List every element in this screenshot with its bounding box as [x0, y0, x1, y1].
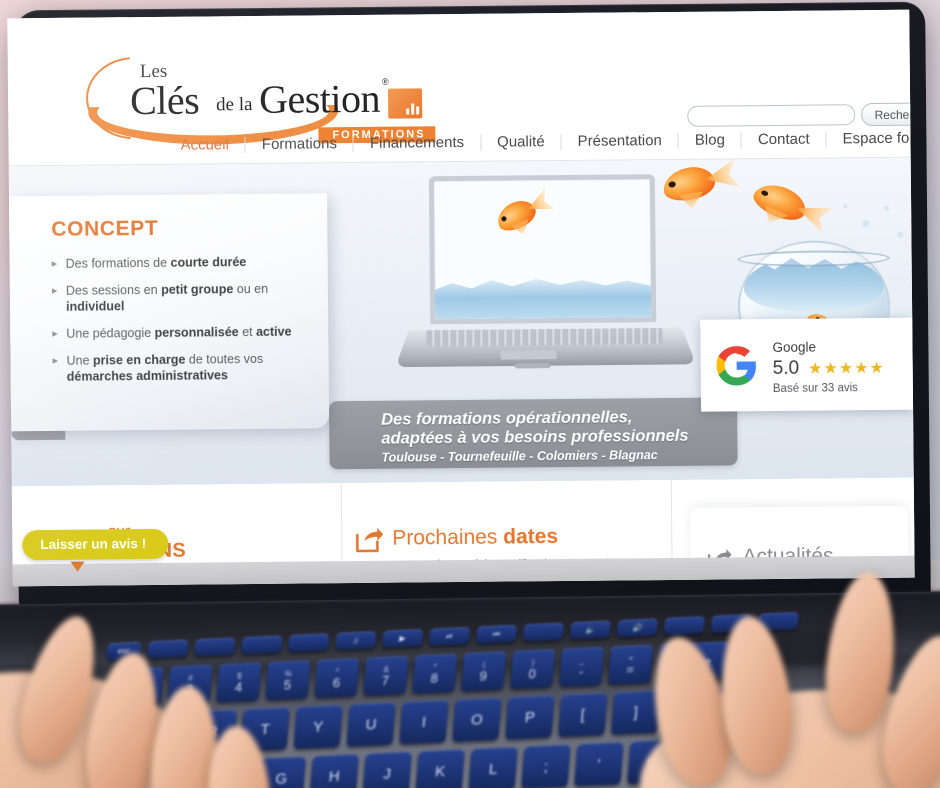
concept-item-4-pre: Une	[66, 353, 94, 368]
splash-drop-3	[843, 204, 848, 209]
hero-laptop-screen-icon	[428, 174, 657, 325]
dates-title-bold: dates	[503, 525, 559, 549]
dates-column: Prochaines dates Se préparer à la certif…	[341, 479, 673, 573]
concept-item-3: Une pédagogie personnalisée et active	[52, 323, 310, 341]
nav-item-financements[interactable]: Financements	[353, 133, 482, 152]
splash-drop-2	[884, 205, 890, 211]
logo-text-dela: de la	[216, 93, 253, 116]
concept-title: CONCEPT	[51, 216, 159, 241]
site-header: Les Clés de la Gestion ® FORMATIONS Rech…	[7, 9, 915, 167]
website-page: Les Clés de la Gestion ® FORMATIONS Rech…	[7, 9, 915, 587]
share-arrow-icon	[354, 527, 384, 553]
hero-goldfish-3-icon	[749, 178, 810, 226]
concept-item-4-strong2: démarches administratives	[66, 368, 229, 384]
nav-item-qualite[interactable]: Qualité	[481, 133, 562, 151]
photo-scene: Les Clés de la Gestion ® FORMATIONS Rech…	[0, 0, 940, 788]
concept-list: Des formations de courte durée Des sessi…	[52, 253, 311, 384]
left-hand	[0, 608, 360, 788]
google-stars: ★★★★★	[808, 359, 885, 378]
concept-item-3-pre: Une pédagogie	[66, 325, 155, 341]
concept-item-2: Des sessions en petit groupe ou en indiv…	[52, 280, 310, 314]
nav-item-espace-formateur[interactable]: Espace fo	[827, 129, 915, 147]
concept-item-2-pre: Des sessions en	[65, 282, 162, 298]
splash-drop-1	[862, 220, 870, 228]
nav-item-blog[interactable]: Blog	[678, 131, 742, 149]
google-review-count: Basé sur 33 avis	[772, 381, 858, 395]
concept-item-2-strong: petit groupe	[161, 282, 234, 297]
google-review-widget[interactable]: Google 5.0 ★★★★★ Basé sur 33 avis	[700, 317, 914, 412]
concept-item-3-strong2: active	[255, 324, 292, 339]
concept-item-3-post: et	[238, 324, 257, 340]
hero-caption: Des formations opérationnelles, adaptées…	[328, 397, 738, 470]
concept-panel: CONCEPT Des formations de courte durée D…	[9, 193, 330, 432]
concept-item-2-strong2: individuel	[65, 299, 125, 314]
google-rating-row: 5.0 ★★★★★	[773, 356, 885, 379]
concept-item-3-strong: personnalisée	[154, 325, 239, 340]
concept-item-4: Une prise en charge de toutes vos démarc…	[53, 350, 311, 384]
concept-item-1-strong: courte durée	[170, 255, 247, 270]
avis-badge-pointer	[70, 561, 85, 572]
google-g-icon	[714, 343, 758, 387]
dates-title-light: Prochaines	[392, 525, 504, 550]
logo-registered-mark: ®	[381, 76, 389, 87]
nav-item-formations[interactable]: Formations	[245, 135, 354, 153]
concept-item-4-strong: prise en charge	[92, 352, 186, 368]
nav-item-contact[interactable]: Contact	[741, 130, 827, 148]
hero-laptop-keyboard-icon	[426, 328, 663, 347]
laptop-screen: Les Clés de la Gestion ® FORMATIONS Rech…	[7, 9, 915, 587]
hero-laptop-latch-icon	[514, 363, 551, 369]
right-hand	[500, 568, 940, 788]
nav-item-accueil[interactable]: Accueil	[164, 136, 246, 154]
google-label: Google	[772, 339, 817, 355]
concept-item-2-post: ou en	[233, 281, 269, 297]
logo-text-gestion: Gestion	[258, 75, 381, 122]
hero-caption-line3: Toulouse - Tournefeuille - Colomiers - B…	[381, 448, 658, 465]
nav-item-presentation[interactable]: Présentation	[561, 132, 679, 150]
hero-caption-line2: adaptées à vos besoins professionnels	[381, 426, 689, 448]
cube-chart-icon	[387, 88, 423, 119]
hero-goldfish-1-icon	[492, 195, 540, 236]
hero-bowl-rim-icon	[737, 249, 890, 268]
hero-goldfish-2-icon	[660, 163, 718, 206]
google-review-info: Google 5.0 ★★★★★ Basé sur 33 avis	[772, 334, 885, 394]
concept-item-1: Des formations de courte durée	[52, 253, 310, 271]
news-column: Actualités	[672, 478, 915, 578]
concept-item-4-post: de toutes vos	[185, 351, 264, 367]
concept-item-1-pre: Des formations de	[65, 255, 171, 271]
dates-title: Prochaines dates	[392, 525, 558, 551]
leave-review-button[interactable]: Laisser un avis !	[22, 528, 169, 561]
hero-water-icon	[435, 271, 651, 319]
google-score: 5.0	[772, 357, 800, 379]
hero-laptop-trackpad-icon	[500, 350, 557, 360]
splash-drop-4	[897, 231, 904, 238]
logo-text-cles: Clés	[129, 77, 200, 124]
